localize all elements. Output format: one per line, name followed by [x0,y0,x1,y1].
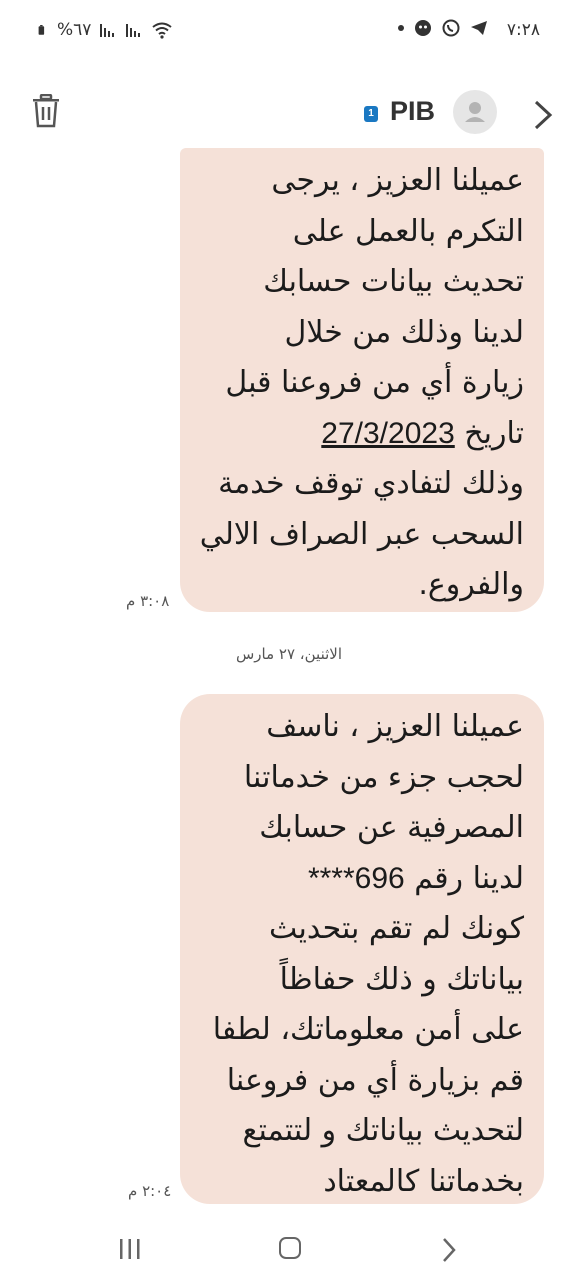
chevron-right-icon[interactable] [532,98,554,132]
app-icon [415,20,431,36]
message-line: لدينا وذلك من خلال [284,314,524,350]
home-icon[interactable] [279,1237,301,1259]
message-line: عميلنا العزيز ، ناسف [266,709,524,744]
system-nav-bar [0,1220,576,1280]
battery-icon [38,24,45,35]
day-separator-label: الاثنين، ٢٧ مارس [235,645,343,663]
message-line: التكرم بالعمل على [292,213,524,249]
recent-apps-icon[interactable] [118,1238,142,1260]
sim-badge: 1 [364,106,378,122]
telegram-icon [471,21,487,35]
message-time: ٣:٠٨ م [126,592,170,610]
notification-icons [398,19,488,37]
date-prefix: تاريخ [454,415,524,451]
message-line: تحديث بيانات حسابك [263,264,524,299]
message-line: السحب عبر الصراف الالي [199,516,524,552]
clock: ٧:٢٨ [506,20,540,40]
message-line: بياناتك و ذلك حفاظاً [279,961,524,997]
notification-dot-icon [398,25,404,31]
message-time: ٢:٠٤ م [128,1182,172,1200]
conversation-header: 1 PIB [0,74,576,154]
message-bubble[interactable]: عميلنا العزيز ، ناسف لحجب جزء من خدماتنا… [180,694,544,1204]
message-line: المصرفية عن حسابك [259,810,524,845]
message-line: على أمن معلوماتك، لطفا [212,1012,524,1047]
message-line: بخدماتنا كالمعتاد [323,1163,524,1199]
battery-percent: %٦٧ [57,20,92,40]
person-icon [465,102,485,122]
whatsapp-icon [442,19,460,37]
date-link[interactable]: 27/3/2023 [321,417,454,450]
signal-icon [126,24,141,37]
wifi-icon [152,22,173,39]
message-line: لحجب جزء من خدماتنا [243,759,524,795]
account-number: ****696 [307,861,405,895]
back-icon[interactable] [441,1236,457,1264]
message-line: تاريخ 27/3/2023 [196,409,524,460]
status-left: %٦٧ [38,20,173,40]
message-bubble[interactable]: عميلنا العزيز ، يرجى التكرم بالعمل على ت… [180,148,544,612]
day-separator: الاثنين، ٢٧ مارس [0,645,576,663]
message-line: لتحديث بياناتك و لتتمتع [242,1113,524,1148]
account-prefix: لدينا رقم [404,860,524,896]
message-line: والفروع. [418,567,524,602]
avatar[interactable] [453,90,497,134]
message-line: عميلنا العزيز ، يرجى [271,163,524,198]
message-line: قم بزيارة أي من فروعنا [226,1062,524,1098]
message-line: وذلك لتفادي توقف خدمة [218,466,524,501]
message-line: زيارة أي من فروعنا قبل [225,365,524,400]
status-bar: %٦٧ ٧:٢٨ [0,0,576,64]
delete-icon[interactable] [32,94,60,128]
contact-name[interactable]: PIB [390,96,435,127]
message-line: لدينا رقم ****696 [196,854,524,905]
message-line: كونك لم تقم بتحديث [269,911,524,946]
signal-icon [100,24,115,37]
